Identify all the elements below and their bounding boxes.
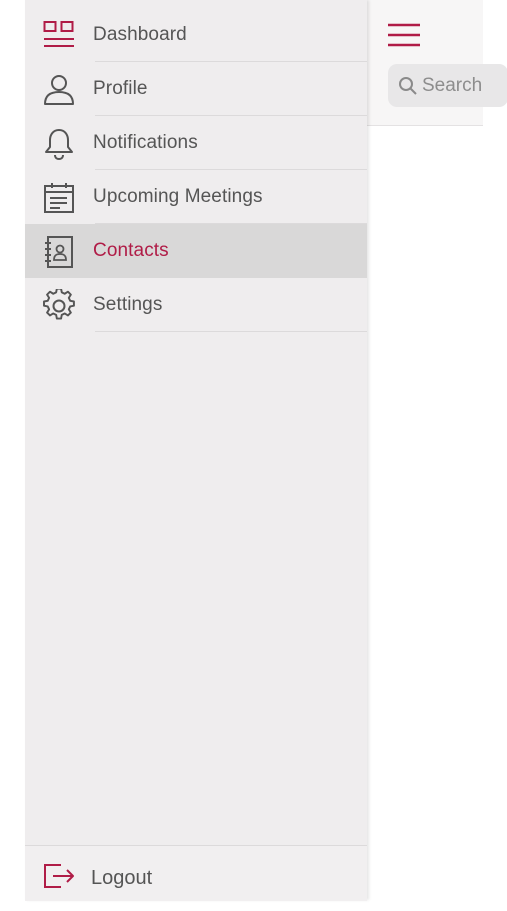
page-margin	[483, 0, 507, 900]
menu-item-profile[interactable]: Profile	[25, 62, 367, 116]
menu-item-contacts[interactable]: Contacts	[25, 224, 367, 278]
search-input[interactable]	[422, 72, 502, 99]
contacts-book-icon	[42, 235, 76, 269]
menu-item-settings[interactable]: Settings	[25, 278, 367, 332]
menu-item-dashboard[interactable]: Dashboard	[25, 8, 367, 62]
main-content	[367, 0, 507, 900]
menu-item-label: Contacts	[93, 240, 169, 261]
bell-icon	[42, 127, 76, 161]
menu-item-label: Settings	[93, 294, 163, 315]
divider	[95, 331, 367, 332]
dashboard-icon	[42, 19, 76, 53]
profile-icon	[42, 73, 76, 107]
menu-item-label: Dashboard	[93, 24, 187, 45]
logout-icon	[42, 862, 76, 890]
menu-item-upcoming-meetings[interactable]: Upcoming Meetings	[25, 170, 367, 224]
search-icon	[398, 76, 418, 96]
menu-item-label: Profile	[93, 78, 148, 99]
logout-label: Logout	[91, 867, 153, 889]
top-bar	[367, 0, 507, 126]
menu-item-notifications[interactable]: Notifications	[25, 116, 367, 170]
navigation-drawer: Dashboard Profile Notifications Upcoming…	[25, 0, 367, 901]
logout-button[interactable]: Logout	[25, 845, 367, 901]
hamburger-icon[interactable]	[387, 22, 421, 48]
search-bar[interactable]	[388, 64, 507, 107]
calendar-icon	[42, 181, 76, 215]
gear-icon	[42, 289, 76, 323]
menu-item-label: Upcoming Meetings	[93, 186, 263, 207]
menu-item-label: Notifications	[93, 132, 198, 153]
